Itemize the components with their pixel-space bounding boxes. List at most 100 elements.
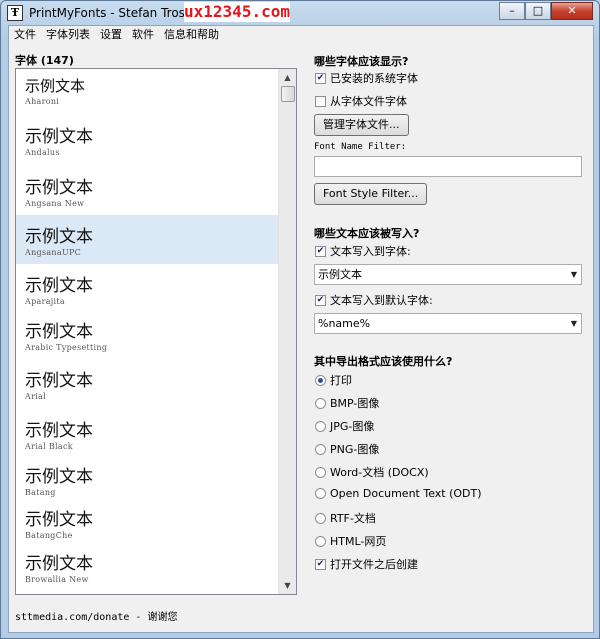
font-sample-text: 示例文本 [25, 322, 93, 342]
export-format-label: JPG-图像 [330, 420, 375, 433]
checkbox-icon [315, 95, 326, 107]
installed-fonts-label: 已安装的系统字体 [330, 72, 418, 85]
font-list[interactable]: 示例文本 Aharoni 示例文本 Andalus 示例文本 Angsana New 示例文… [15, 68, 297, 595]
donate-link[interactable]: sttmedia.com/donate - 谢谢您 [15, 608, 177, 623]
dropdown-arrow-icon[interactable]: ▼ [571, 265, 577, 284]
font-list-item[interactable]: 示例文本 Batang [16, 455, 279, 498]
app-window: Ŧ PrintMyFonts - Stefan Trost Media ux12… [0, 0, 600, 639]
write-text-label: 文本写入到字体: [330, 245, 411, 258]
font-list-item[interactable]: 示例文本 Arial Black [16, 409, 279, 455]
scroll-up-icon[interactable]: ▲ [279, 69, 296, 86]
font-name-label: Angsana New [25, 199, 85, 208]
menu-software[interactable]: 软件 [127, 26, 159, 44]
font-list-heading: 字体 (147) [15, 54, 74, 67]
font-list-item[interactable]: 示例文本 BatangChe [16, 498, 279, 542]
font-list-item[interactable]: 示例文本 AngsanaUPC [16, 215, 279, 264]
app-icon: Ŧ [7, 5, 23, 21]
menu-font-list[interactable]: 字体列表 [41, 26, 95, 44]
sample-text-value: 示例文本 [318, 268, 362, 281]
scroll-down-icon[interactable]: ▼ [279, 577, 296, 594]
export-format-radio[interactable]: PNG-图像 [315, 441, 379, 457]
font-sample-text: 示例文本 [25, 227, 93, 247]
font-sample-text: 示例文本 [25, 77, 86, 95]
write-default-checkbox[interactable]: ✔ 文本写入到默认字体: [315, 292, 433, 308]
write-default-label: 文本写入到默认字体: [330, 294, 433, 307]
export-format-label: HTML-网页 [330, 535, 387, 548]
font-name-label: BatangChe [25, 531, 73, 540]
font-name-label: Browallia New [25, 575, 89, 584]
export-format-radio[interactable]: JPG-图像 [315, 418, 374, 434]
write-text-checkbox[interactable]: ✔ 文本写入到字体: [315, 243, 411, 259]
menu-file[interactable]: 文件 [9, 26, 41, 44]
font-name-label: AngsanaUPC [25, 248, 82, 257]
installed-fonts-checkbox[interactable]: ✔ 已安装的系统字体 [315, 70, 418, 86]
font-list-item[interactable]: 示例文本 Browallia New [16, 542, 279, 594]
export-format-radio[interactable]: Word-文档 (DOCX) [315, 464, 429, 480]
font-sample-text: 示例文本 [25, 510, 93, 530]
radio-icon [315, 420, 326, 432]
export-format-radio[interactable]: HTML-网页 [315, 533, 386, 549]
font-name-filter-label: Font Name Filter: [314, 142, 407, 152]
export-format-radio[interactable]: BMP-图像 [315, 395, 379, 411]
open-after-create-label: 打开文件之后创建 [330, 558, 418, 571]
font-style-filter-button[interactable]: Font Style Filter... [314, 183, 428, 205]
font-list-item[interactable]: 示例文本 Andalus [16, 115, 279, 166]
font-list-item[interactable]: 示例文本 Aparajita [16, 264, 279, 310]
export-format-label: RTF-文档 [330, 512, 376, 525]
font-files-checkbox[interactable]: 从字体文件字体 [315, 93, 407, 109]
checkbox-icon: ✔ [315, 245, 326, 257]
font-name-label: Batang [25, 488, 56, 497]
menu-info-help[interactable]: 信息和帮助 [159, 26, 224, 44]
radio-icon [315, 374, 326, 386]
font-list-item[interactable]: 示例文本 Arial [16, 359, 279, 409]
export-format-label: BMP-图像 [330, 397, 380, 410]
export-format-label: Word-文档 (DOCX) [330, 466, 429, 479]
export-format-radio[interactable]: Open Document Text (ODT) [315, 487, 482, 500]
text-heading: 哪些文本应该被写入? [314, 227, 420, 240]
font-sample-text: 示例文本 [25, 467, 93, 487]
font-name-label: Arial Black [25, 442, 73, 451]
manage-font-files-button[interactable]: 管理字体文件... [314, 114, 409, 136]
font-sample-text: 示例文本 [25, 178, 93, 198]
menu-settings[interactable]: 设置 [95, 26, 127, 44]
title-bar[interactable]: Ŧ PrintMyFonts - Stefan Trost Media ux12… [1, 1, 599, 25]
font-files-label: 从字体文件字体 [330, 95, 407, 108]
font-list-item[interactable]: 示例文本 Aharoni [16, 69, 279, 115]
scroll-thumb[interactable] [281, 86, 295, 102]
maximize-button[interactable]: □ [525, 2, 551, 20]
radio-icon [315, 466, 326, 478]
display-heading: 哪些字体应该显示? [314, 55, 409, 68]
checkbox-icon: ✔ [315, 558, 326, 570]
export-format-radio[interactable]: 打印 [315, 372, 352, 388]
open-after-create-checkbox[interactable]: ✔ 打开文件之后创建 [315, 556, 418, 572]
minimize-button[interactable]: – [499, 2, 525, 20]
radio-icon [315, 443, 326, 455]
font-sample-text: 示例文本 [25, 276, 93, 296]
font-list-item[interactable]: 示例文本 Arabic Typesetting [16, 310, 279, 359]
default-text-dropdown[interactable]: %name% ▼ [314, 313, 582, 334]
font-list-item[interactable]: 示例文本 Angsana New [16, 166, 279, 215]
radio-icon [315, 512, 326, 524]
default-text-value: %name% [318, 317, 371, 330]
font-sample-text: 示例文本 [25, 371, 93, 391]
font-list-scrollbar[interactable]: ▲ ▼ [278, 69, 296, 594]
export-format-label: 打印 [330, 374, 352, 387]
radio-icon [315, 397, 326, 409]
sample-text-dropdown[interactable]: 示例文本 ▼ [314, 264, 582, 285]
font-sample-text: 示例文本 [25, 554, 93, 574]
font-sample-text: 示例文本 [25, 421, 93, 441]
font-name-label: Arabic Typesetting [25, 343, 108, 352]
radio-icon [315, 535, 326, 547]
font-name-label: Aharoni [25, 97, 60, 106]
font-name-label: Aparajita [25, 297, 65, 306]
export-heading: 其中导出格式应该使用什么? [314, 355, 453, 368]
watermark-text: ux12345.com [184, 2, 290, 22]
checkbox-icon: ✔ [315, 72, 326, 84]
export-format-label: Open Document Text (ODT) [330, 487, 482, 500]
dropdown-arrow-icon[interactable]: ▼ [571, 314, 577, 333]
font-name-filter-input[interactable] [314, 156, 582, 177]
menu-bar: 文件 字体列表 设置 软件 信息和帮助 [9, 26, 593, 44]
export-format-radio[interactable]: RTF-文档 [315, 510, 376, 526]
close-button[interactable]: ✕ [551, 2, 593, 20]
checkbox-icon: ✔ [315, 294, 326, 306]
